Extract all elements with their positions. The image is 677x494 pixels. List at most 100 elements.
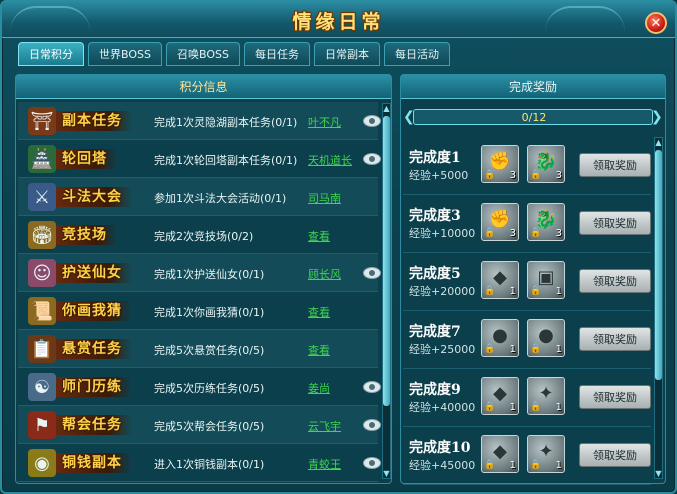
lock-icon: 🔒	[530, 170, 542, 180]
task-list-scrollbar[interactable]: ▲ ▼	[382, 103, 391, 479]
task-name-banner: 师门历练 ☯	[28, 372, 148, 402]
stone-icon: ◆	[493, 383, 507, 404]
bounty-icon: 📋	[28, 335, 56, 363]
task-name: 铜钱副本	[52, 453, 132, 473]
task-link[interactable]: 天机道长	[308, 152, 352, 168]
scroll-up-icon[interactable]: ▲	[382, 104, 391, 113]
progress-right-cap-icon: ❯	[651, 109, 663, 125]
task-row: 悬赏任务 📋 完成5次悬赏任务(0/5) 查看	[18, 330, 378, 368]
task-name: 轮回塔	[52, 149, 117, 169]
reward-item-slot[interactable]: ✦ 🔒 1	[527, 435, 565, 473]
task-description: 进入1次铜钱副本(0/1)	[154, 458, 265, 471]
rune-icon: ✦	[538, 441, 554, 462]
task-list: 副本任务 ⛩ 完成1次灵隐湖副本任务(0/1) 叶不凡 轮回塔 🏯 完成1次轮回塔副本任务(…	[18, 102, 381, 482]
scroll-up-icon[interactable]: ▲	[654, 138, 663, 147]
scroll-thumb[interactable]	[655, 150, 662, 380]
task-link[interactable]: 查看	[308, 342, 330, 358]
reward-level: 完成度9	[409, 382, 461, 398]
task-link[interactable]: 青蛟王	[308, 456, 341, 472]
claim-reward-button[interactable]: 领取奖励	[579, 153, 651, 177]
stone-icon: ◆	[493, 441, 507, 462]
reward-level: 完成度10	[409, 440, 471, 456]
reward-item-slot[interactable]: ✦ 🔒 1	[527, 377, 565, 415]
guild-icon: ⚑	[28, 411, 56, 439]
eye-icon[interactable]	[363, 115, 381, 127]
reward-list: 完成度1 经验+5000 ✊ 🔒 3 🐉 🔒 3 领取奖励 完成度3 经验+10000 ✊ 🔒 3 🐉 🔒 3 领…	[403, 137, 651, 485]
reward-item-slot[interactable]: 🐉 🔒 3	[527, 203, 565, 241]
lock-icon: 🔒	[530, 286, 542, 296]
reward-item-slot[interactable]: ◆ 🔒 1	[481, 261, 519, 299]
lock-icon: 🔒	[484, 286, 496, 296]
score-info-panel: 积分信息 副本任务 ⛩ 完成1次灵隐湖副本任务(0/1) 叶不凡 轮回塔 🏯 完成1次轮回塔…	[15, 74, 392, 484]
eye-icon[interactable]	[363, 457, 381, 469]
stone-icon: ◆	[493, 267, 507, 288]
progress-track: 0/12	[413, 109, 653, 125]
eye-icon[interactable]	[363, 153, 381, 165]
task-link[interactable]: 司马南	[308, 190, 341, 206]
cube-icon: ▣	[537, 267, 555, 288]
fairy-icon: ☺	[28, 259, 56, 287]
scroll-thumb[interactable]	[383, 116, 390, 406]
claim-reward-button[interactable]: 领取奖励	[579, 443, 651, 467]
item-count: 3	[555, 228, 562, 239]
item-count: 3	[509, 228, 516, 239]
reward-item-slot[interactable]: 🐉 🔒 3	[527, 145, 565, 183]
lock-icon: 🔒	[530, 460, 542, 470]
close-button[interactable]: ✕	[645, 12, 667, 34]
task-link[interactable]: 叶不凡	[308, 114, 341, 130]
reward-list-scrollbar[interactable]: ▲ ▼	[654, 137, 663, 479]
reward-row: 完成度5 经验+20000 ◆ 🔒 1 ▣ 🔒 1 领取奖励	[403, 253, 651, 311]
task-name: 师门历练	[52, 377, 132, 397]
eye-icon[interactable]	[363, 381, 381, 393]
reward-level: 完成度1	[409, 150, 461, 166]
completion-progress: ❮ 0/12 ❯	[403, 107, 663, 127]
tab-2[interactable]: 召唤BOSS	[165, 42, 240, 66]
coin-icon: ◉	[28, 449, 56, 477]
reward-row: 完成度3 经验+10000 ✊ 🔒 3 🐉 🔒 3 领取奖励	[403, 195, 651, 253]
task-link[interactable]: 姜尚	[308, 380, 330, 396]
tab-4[interactable]: 日常副本	[313, 42, 380, 66]
orb-icon: ●	[492, 325, 508, 346]
reward-item-slot[interactable]: ● 🔒 1	[527, 319, 565, 357]
item-count: 1	[555, 286, 562, 297]
claim-reward-button[interactable]: 领取奖励	[579, 211, 651, 235]
claim-reward-button[interactable]: 领取奖励	[579, 327, 651, 351]
task-name-banner: 轮回塔 🏯	[28, 144, 148, 174]
task-link[interactable]: 查看	[308, 228, 330, 244]
reward-exp: 经验+5000	[409, 169, 469, 182]
task-name-banner: 你画我猜 📜	[28, 296, 148, 326]
eye-icon[interactable]	[363, 419, 381, 431]
scroll-down-icon[interactable]: ▼	[382, 469, 391, 478]
scroll-down-icon[interactable]: ▼	[654, 469, 663, 478]
lock-icon: 🔒	[484, 344, 496, 354]
claim-reward-button[interactable]: 领取奖励	[579, 385, 651, 409]
reward-item-slot[interactable]: ✊ 🔒 3	[481, 145, 519, 183]
arena-icon: 🏟	[28, 221, 56, 249]
reward-row: 完成度10 经验+45000 ◆ 🔒 1 ✦ 🔒 1 领取奖励	[403, 427, 651, 485]
tab-1[interactable]: 世界BOSS	[88, 42, 162, 66]
orb-icon: ●	[538, 325, 554, 346]
reward-exp: 经验+10000	[409, 227, 476, 240]
reward-item-slot[interactable]: ▣ 🔒 1	[527, 261, 565, 299]
task-description: 完成1次灵隐湖副本任务(0/1)	[154, 116, 298, 129]
reward-item-slot[interactable]: ● 🔒 1	[481, 319, 519, 357]
lock-icon: 🔒	[530, 402, 542, 412]
reward-exp: 经验+20000	[409, 285, 476, 298]
task-name-banner: 铜钱副本 ◉	[28, 448, 148, 478]
reward-item-slot[interactable]: ✊ 🔒 3	[481, 203, 519, 241]
reward-item-slot[interactable]: ◆ 🔒 1	[481, 377, 519, 415]
rune-icon: ✦	[538, 383, 554, 404]
fist-icon: ✊	[488, 151, 512, 172]
tab-0[interactable]: 日常积分	[18, 42, 84, 66]
tab-5[interactable]: 每日活动	[383, 42, 450, 66]
task-name: 竞技场	[52, 225, 117, 245]
task-link[interactable]: 查看	[308, 304, 330, 320]
task-row: 斗法大会 ⚔ 参加1次斗法大会活动(0/1) 司马南	[18, 178, 378, 216]
claim-reward-button[interactable]: 领取奖励	[579, 269, 651, 293]
reward-item-slot[interactable]: ◆ 🔒 1	[481, 435, 519, 473]
tab-3[interactable]: 每日任务	[243, 42, 310, 66]
task-link[interactable]: 云飞宇	[308, 418, 341, 434]
task-link[interactable]: 顾长风	[308, 266, 341, 282]
scroll-icon: 📜	[28, 297, 56, 325]
eye-icon[interactable]	[363, 267, 381, 279]
